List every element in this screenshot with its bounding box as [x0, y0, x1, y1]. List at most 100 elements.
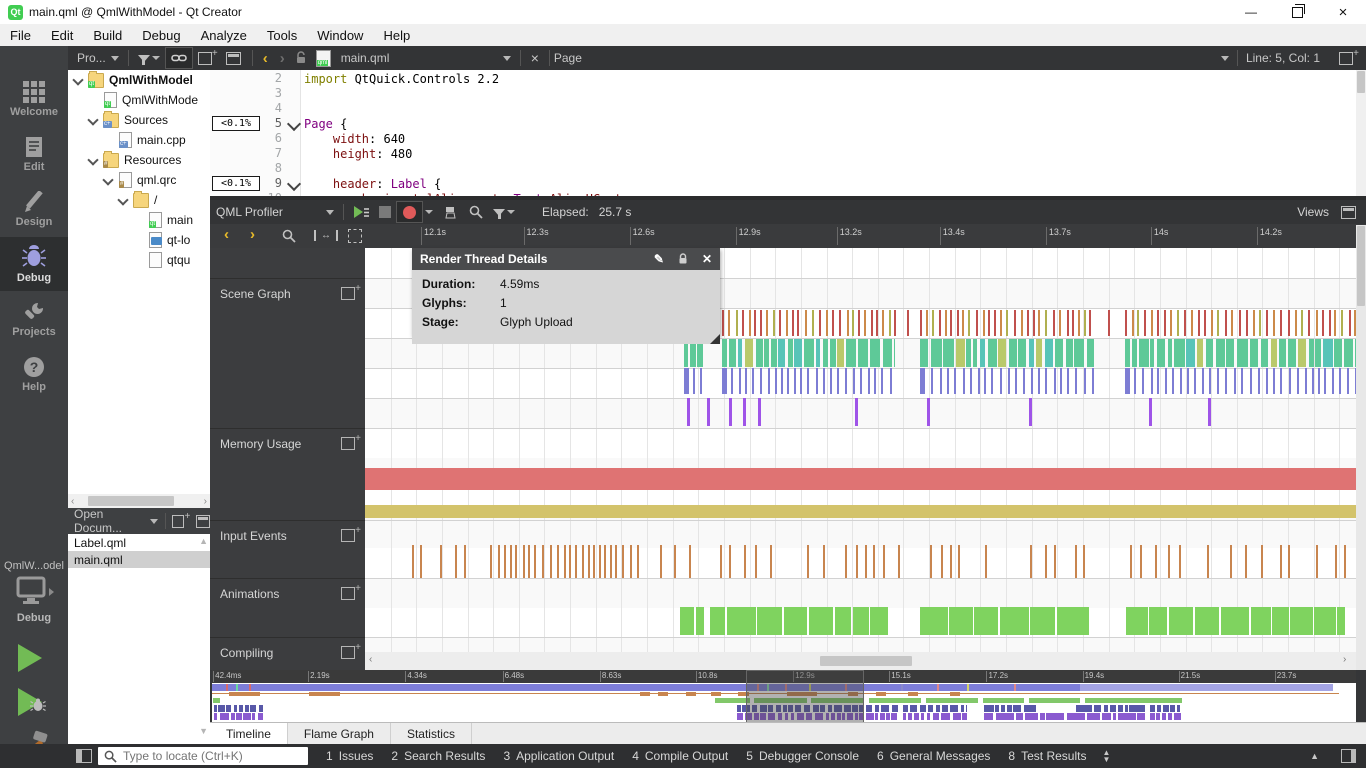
event-mark[interactable] [1211, 310, 1213, 336]
category-animations[interactable]: Animations [210, 578, 365, 638]
line-col-indicator[interactable]: Line: 5, Col: 1 [1246, 51, 1320, 65]
event-mark[interactable] [1339, 368, 1341, 394]
stop-button[interactable] [374, 200, 396, 224]
event-mark[interactable] [1008, 368, 1010, 394]
event-mark[interactable] [980, 339, 985, 367]
record-toggle-button[interactable] [396, 201, 423, 223]
event-mark[interactable] [1250, 368, 1252, 394]
expand-category-icon[interactable] [341, 587, 355, 600]
event-mark[interactable] [1000, 310, 1002, 336]
event-mark[interactable] [660, 545, 662, 578]
event-mark[interactable] [1239, 310, 1241, 336]
event-mark[interactable] [1084, 368, 1086, 394]
event-mark[interactable] [637, 545, 639, 578]
next-event-button[interactable]: › [244, 226, 261, 243]
event-mark[interactable] [1184, 310, 1186, 336]
event-mark[interactable] [792, 310, 794, 336]
event-mark[interactable] [1165, 368, 1167, 394]
event-mark[interactable] [855, 398, 858, 426]
event-mark[interactable] [970, 368, 972, 394]
event-mark[interactable] [830, 339, 836, 367]
event-mark[interactable] [794, 339, 803, 367]
event-mark[interactable] [1273, 310, 1275, 336]
close-pane-button[interactable] [221, 46, 246, 70]
restore-button[interactable] [1274, 0, 1320, 24]
analyzer-selector-dropdown[interactable]: QML Profiler [210, 200, 339, 224]
expand-category-icon[interactable] [341, 437, 355, 450]
event-mark[interactable] [1075, 545, 1077, 578]
event-mark[interactable] [1322, 310, 1324, 336]
event-mark[interactable] [1168, 339, 1173, 367]
event-mark[interactable] [542, 545, 544, 578]
event-mark[interactable] [727, 607, 756, 635]
timeline-vscrollbar[interactable] [1356, 225, 1366, 670]
event-mark[interactable] [1191, 310, 1193, 336]
split-icon[interactable] [172, 515, 185, 528]
event-mark[interactable] [1014, 310, 1016, 336]
event-mark[interactable] [871, 310, 873, 336]
event-mark[interactable] [1038, 368, 1040, 394]
event-mark[interactable] [949, 607, 973, 635]
range-fit-icon[interactable]: ↔ [314, 230, 338, 241]
scroll-down-icon[interactable]: ▼ [199, 726, 208, 736]
event-mark[interactable] [1045, 339, 1053, 367]
mode-item-debug[interactable]: Debug [0, 237, 68, 291]
event-mark[interactable] [1078, 310, 1080, 336]
event-mark[interactable] [1031, 368, 1033, 394]
open-documents-dropdown[interactable]: Open Docum... [68, 509, 163, 533]
event-mark[interactable] [816, 368, 818, 394]
event-mark[interactable] [696, 607, 704, 635]
event-mark[interactable] [882, 310, 884, 336]
event-mark[interactable] [1288, 310, 1290, 336]
clear-results-button[interactable] [439, 200, 464, 224]
event-mark[interactable] [498, 545, 500, 578]
event-mark[interactable] [950, 310, 952, 336]
event-mark[interactable] [1334, 310, 1336, 336]
event-mark[interactable] [1030, 545, 1032, 578]
event-mark[interactable] [926, 310, 928, 336]
tree-item-qtqu[interactable]: qtqu [68, 250, 210, 270]
event-mark[interactable] [1067, 310, 1069, 336]
event-mark[interactable] [941, 545, 943, 578]
event-mark[interactable] [1335, 545, 1337, 578]
output-pane-test-results[interactable]: 8Test Results [1008, 749, 1086, 763]
event-mark[interactable] [1308, 310, 1310, 336]
event-mark[interactable] [856, 545, 858, 578]
event-mark[interactable] [1149, 398, 1152, 426]
event-mark[interactable] [832, 310, 834, 336]
event-mark[interactable] [809, 607, 833, 635]
event-mark[interactable] [835, 607, 852, 635]
event-mark[interactable] [947, 368, 949, 394]
event-mark[interactable] [1259, 310, 1261, 336]
event-mark[interactable] [788, 339, 792, 367]
event-mark[interactable] [515, 545, 517, 578]
code-editor[interactable]: 2import QtQuick.Controls 2.2345Page {6 w… [210, 70, 1356, 196]
event-mark[interactable] [1225, 310, 1227, 336]
event-mark[interactable] [846, 339, 856, 367]
event-mark[interactable] [881, 368, 883, 394]
kit-selector-button[interactable] [14, 576, 58, 608]
expand-category-icon[interactable] [341, 646, 355, 659]
event-mark[interactable] [1230, 545, 1232, 578]
event-mark[interactable] [1067, 368, 1069, 394]
event-mark[interactable] [845, 545, 847, 578]
event-mark[interactable] [968, 310, 970, 336]
event-mark[interactable] [894, 310, 896, 336]
event-mark[interactable] [1258, 368, 1260, 394]
event-mark[interactable] [1251, 607, 1271, 635]
event-mark[interactable] [1083, 545, 1085, 578]
event-mark[interactable] [760, 310, 762, 336]
event-mark[interactable] [1125, 339, 1130, 367]
event-mark[interactable] [710, 607, 725, 635]
event-mark[interactable] [1208, 398, 1211, 426]
event-mark[interactable] [557, 545, 559, 578]
synchronize-with-editor-button[interactable] [165, 47, 193, 69]
event-mark[interactable] [742, 310, 744, 336]
event-mark[interactable] [807, 368, 809, 394]
views-button[interactable]: Views [1297, 205, 1329, 219]
event-mark[interactable] [1168, 545, 1170, 578]
filter-events-button[interactable] [488, 200, 520, 224]
event-mark[interactable] [1234, 368, 1236, 394]
event-mark[interactable] [1132, 310, 1134, 336]
event-mark[interactable] [787, 368, 789, 394]
